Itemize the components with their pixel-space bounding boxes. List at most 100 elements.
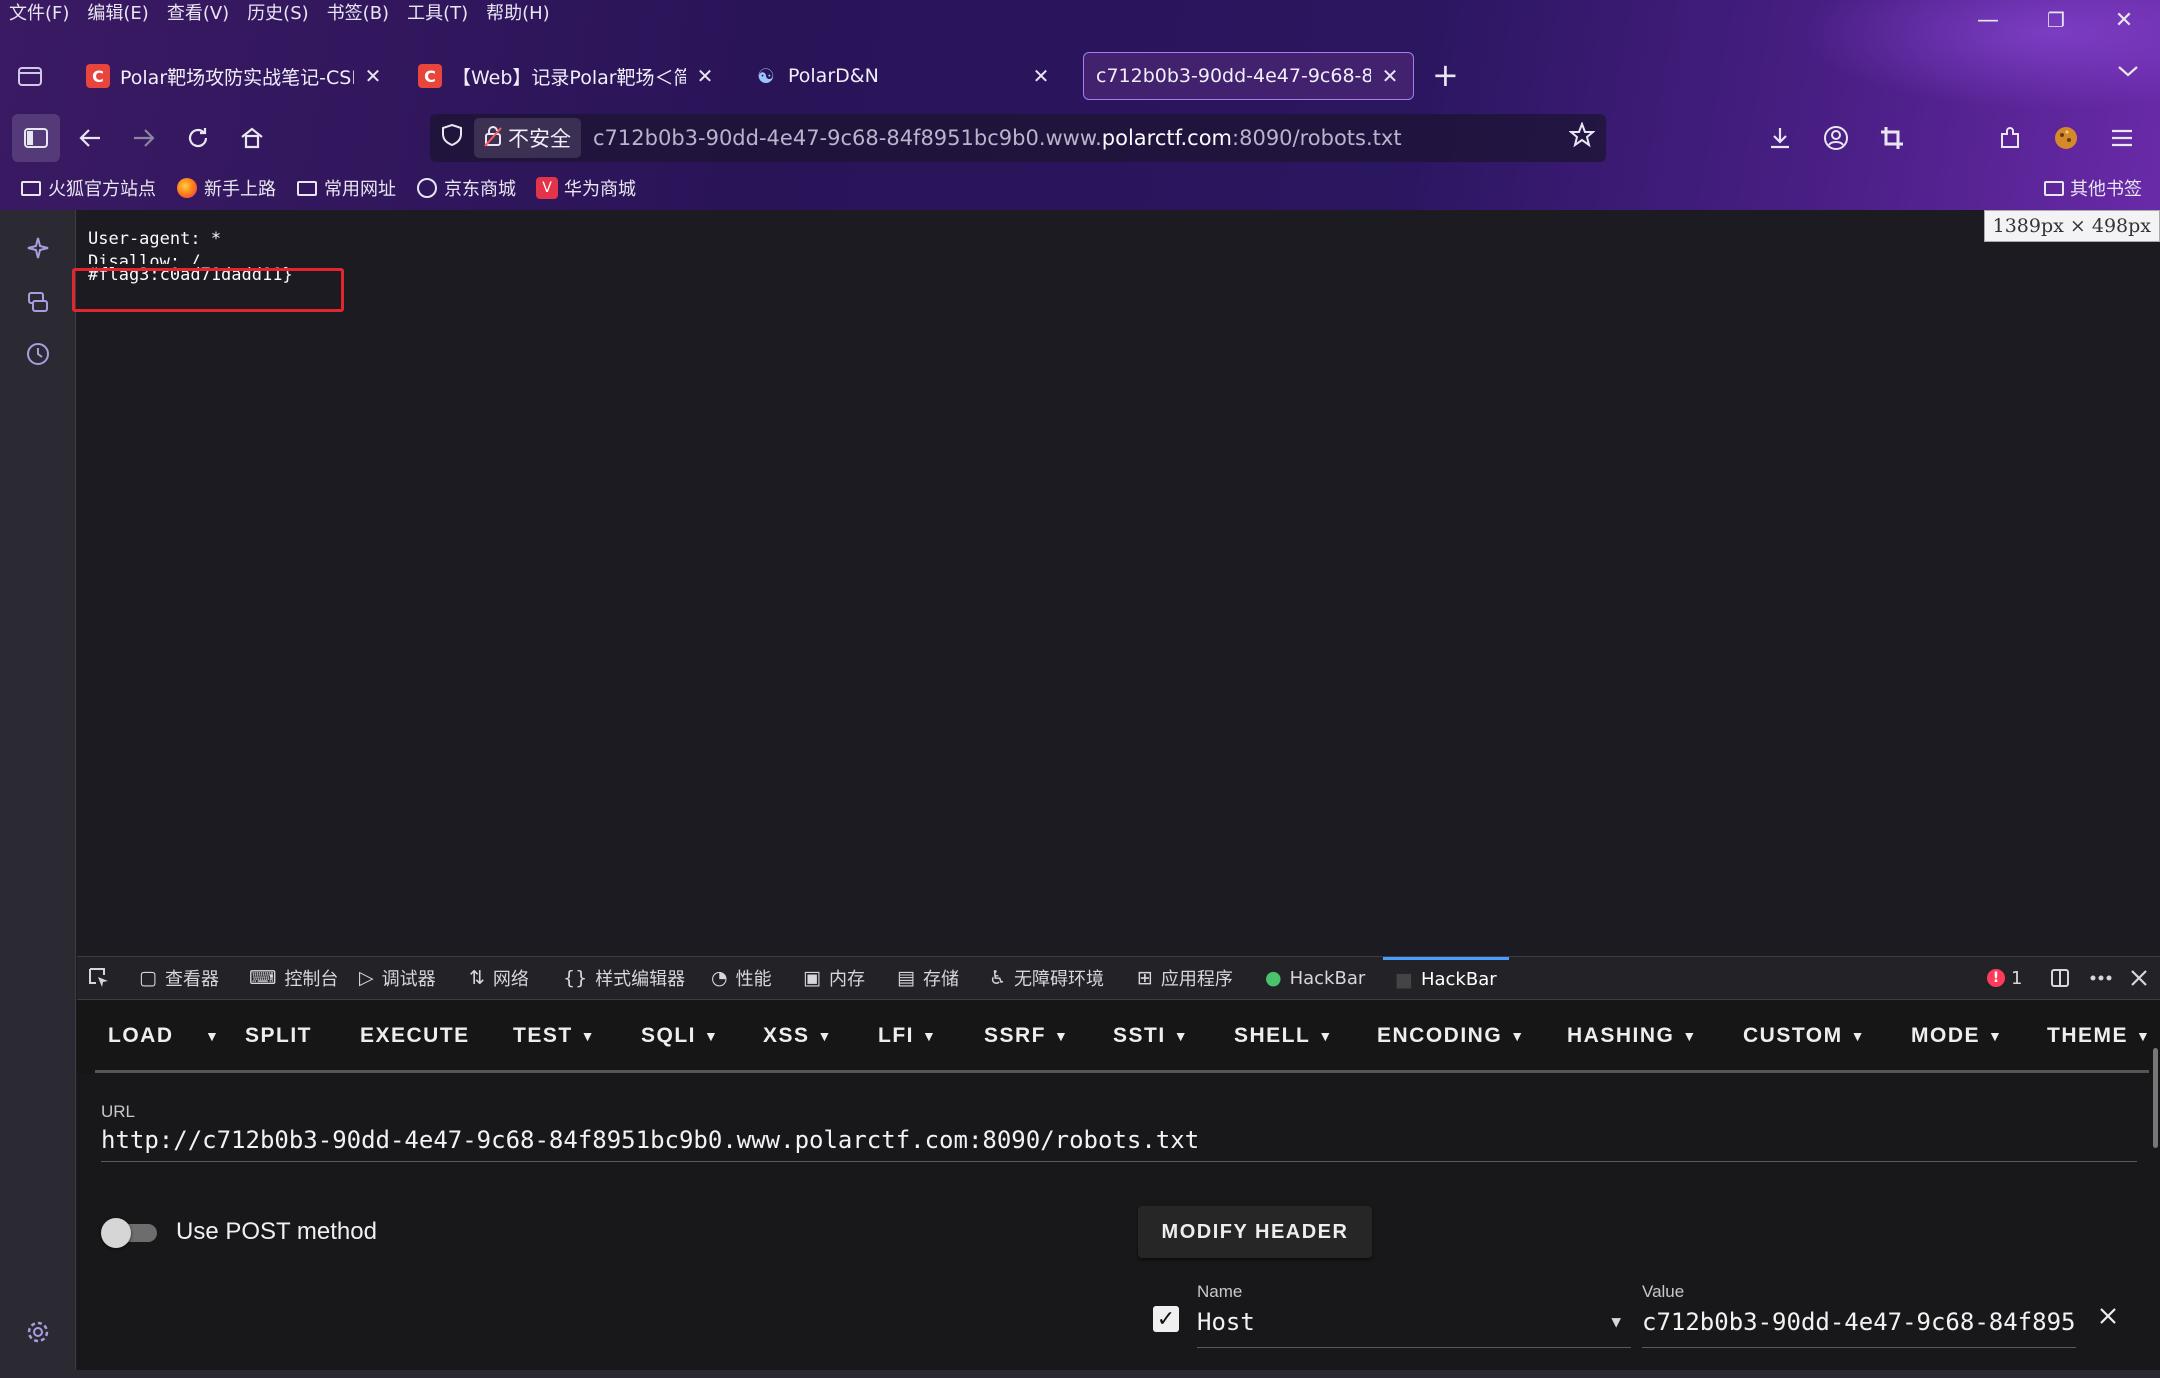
- menu-tools[interactable]: 工具(T): [398, 0, 477, 28]
- restore-button[interactable]: ❐: [2022, 0, 2090, 40]
- hackbar-lfi-menu[interactable]: LFI ▼: [878, 1016, 937, 1056]
- devtools-tab-inspector[interactable]: ▢ 查看器: [139, 957, 219, 999]
- devtools-tab-style-editor[interactable]: {} 样式编辑器: [563, 957, 685, 999]
- crop-screenshot-icon[interactable]: [1868, 114, 1916, 162]
- menu-help[interactable]: 帮助(H): [477, 0, 559, 28]
- synced-tabs-icon[interactable]: [22, 286, 54, 318]
- devtools-tab-accessibility[interactable]: ♿ 无障碍环境: [989, 957, 1104, 999]
- firefox-view-icon[interactable]: [14, 60, 46, 92]
- tab-close-icon[interactable]: ✕: [362, 64, 384, 88]
- ai-sparkle-icon[interactable]: [22, 232, 54, 264]
- bookmark-jd[interactable]: 京东商城: [416, 175, 516, 201]
- hackbar-load-button[interactable]: LOAD: [108, 1016, 174, 1056]
- devtools-tab-performance[interactable]: ◔ 性能: [711, 957, 772, 999]
- bookmark-other-folder[interactable]: 其他书签: [2044, 170, 2142, 206]
- caret-down-icon: ▼: [817, 1028, 833, 1044]
- devtools-tab-application[interactable]: ⊞ 应用程序: [1137, 957, 1233, 999]
- history-clock-icon[interactable]: [22, 338, 54, 370]
- hackbar-test-menu[interactable]: TEST ▼: [513, 1016, 596, 1056]
- dock-side-icon[interactable]: [2049, 957, 2071, 999]
- devtools-tab-debugger[interactable]: ▷ 调试器: [359, 957, 436, 999]
- chevron-down-icon[interactable]: [2116, 60, 2140, 85]
- hackbar-shell-menu[interactable]: SHELL ▼: [1234, 1016, 1334, 1056]
- tab-close-icon[interactable]: ✕: [694, 64, 716, 88]
- sidebar-toggle-icon[interactable]: [12, 114, 60, 162]
- hackbar-split-button[interactable]: SPLIT: [245, 1016, 312, 1056]
- devtools-tab-label: HackBar: [1420, 969, 1497, 990]
- devtools-tab-hackbar-1[interactable]: ● HackBar: [1265, 957, 1365, 999]
- post-method-toggle[interactable]: [101, 1216, 157, 1248]
- menu-history[interactable]: 历史(S): [238, 0, 317, 28]
- header-value-input[interactable]: c712b0b3-90dd-4e47-9c68-84f8951bc9b0.www…: [1642, 1308, 2076, 1348]
- extensions-icon[interactable]: [1986, 114, 2034, 162]
- downloads-icon[interactable]: [1756, 114, 1804, 162]
- more-options-icon[interactable]: [2089, 957, 2113, 999]
- hackbar-encoding-menu[interactable]: ENCODING ▼: [1377, 1016, 1526, 1056]
- hackbar-mode-menu[interactable]: MODE ▼: [1911, 1016, 2003, 1056]
- bookmark-star-icon[interactable]: [1558, 120, 1606, 155]
- insecure-connection-badge[interactable]: 不安全: [474, 118, 581, 158]
- back-arrow-icon[interactable]: [66, 114, 114, 162]
- header-name-input[interactable]: Host ▼: [1197, 1308, 1631, 1348]
- hackbar-hashing-menu[interactable]: HASHING ▼: [1567, 1016, 1698, 1056]
- bookmark-common-sites[interactable]: 常用网址: [296, 175, 396, 201]
- csdn-favicon-icon: C: [86, 64, 110, 88]
- forward-arrow-icon[interactable]: [120, 114, 168, 162]
- hackbar-theme-menu[interactable]: THEME ▼: [2047, 1016, 2151, 1056]
- close-devtools-icon[interactable]: [2129, 957, 2149, 999]
- tab-robots-active[interactable]: c712b0b3-90dd-4e47-9c68-84f8951 ✕: [1083, 52, 1414, 100]
- error-count-badge[interactable]: ! 1: [1987, 957, 2022, 999]
- devtools-tab-label: 内存: [828, 969, 865, 990]
- remove-header-icon[interactable]: [2097, 1304, 2119, 1334]
- hackbar-sqli-menu[interactable]: SQLI ▼: [641, 1016, 719, 1056]
- tab-close-icon[interactable]: ✕: [1030, 64, 1052, 88]
- caret-down-icon[interactable]: ▼: [1611, 1312, 1621, 1331]
- settings-gear-icon[interactable]: [22, 1316, 54, 1348]
- minimize-button[interactable]: —: [1954, 0, 2022, 40]
- hackbar-load-dropdown[interactable]: ▼: [197, 1016, 220, 1056]
- caret-down-icon: ▼: [2136, 1028, 2152, 1044]
- modify-header-button[interactable]: MODIFY HEADER: [1138, 1206, 1372, 1258]
- home-icon[interactable]: [228, 114, 276, 162]
- devtools-tab-storage[interactable]: ▤ 存储: [897, 957, 959, 999]
- url-bar[interactable]: 不安全 c712b0b3-90dd-4e47-9c68-84f8951bc9b0…: [430, 114, 1606, 162]
- menu-edit[interactable]: 编辑(E): [78, 0, 157, 28]
- header-enabled-checkbox[interactable]: ✓: [1153, 1306, 1179, 1332]
- menu-bookmarks[interactable]: 书签(B): [318, 0, 398, 28]
- hackbar-custom-menu[interactable]: CUSTOM ▼: [1743, 1016, 1866, 1056]
- new-tab-button[interactable]: +: [1432, 56, 1459, 94]
- element-picker-icon[interactable]: [87, 957, 111, 999]
- account-icon[interactable]: [1812, 114, 1860, 162]
- hackbar-menu-divider: [95, 1070, 2149, 1073]
- reload-icon[interactable]: [174, 114, 222, 162]
- hackbar-url-input[interactable]: http://c712b0b3-90dd-4e47-9c68-84f8951bc…: [101, 1126, 2137, 1162]
- hackbar-scrollbar[interactable]: [2153, 1048, 2158, 1148]
- extension-cookie-icon[interactable]: [2042, 114, 2090, 162]
- devtools-tab-memory[interactable]: ▣ 内存: [803, 957, 865, 999]
- tab-csdn-notes[interactable]: C Polar靶场攻防实战笔记-CSDN博 ✕: [74, 52, 396, 100]
- tracking-shield-icon[interactable]: [430, 123, 474, 153]
- hackbar-execute-button[interactable]: EXECUTE: [360, 1016, 470, 1056]
- url-text[interactable]: c712b0b3-90dd-4e47-9c68-84f8951bc9b0.www…: [593, 126, 1558, 150]
- devtools-tab-console[interactable]: ⌨ 控制台: [249, 957, 338, 999]
- bookmark-huawei[interactable]: V 华为商城: [536, 175, 636, 201]
- tab-csdn-web[interactable]: C 【Web】记录Polar靶场＜简单 ✕: [406, 52, 728, 100]
- url-suffix: :8090/robots.txt: [1232, 126, 1402, 150]
- menu-view[interactable]: 查看(V): [158, 0, 238, 28]
- hackbar-xss-menu[interactable]: XSS ▼: [763, 1016, 833, 1056]
- header-value-label: Value: [1642, 1282, 1685, 1301]
- hackbar-lfi-label: LFI: [878, 1024, 914, 1047]
- tab-polardn[interactable]: ☯ PolarD&N ✕: [742, 52, 1064, 100]
- bookmark-getting-started[interactable]: 新手上路: [176, 175, 276, 201]
- window-bottom-edge: [0, 1370, 2160, 1378]
- hackbar-ssrf-menu[interactable]: SSRF ▼: [984, 1016, 1069, 1056]
- devtools-tab-network[interactable]: ⇅ 网络: [469, 957, 529, 999]
- devtools-tab-label: 样式编辑器: [595, 969, 686, 990]
- devtools-tab-hackbar-2[interactable]: ■ HackBar: [1383, 957, 1509, 999]
- bookmark-firefox-official[interactable]: 火狐官方站点: [20, 175, 156, 201]
- hackbar-ssti-menu[interactable]: SSTI ▼: [1113, 1016, 1189, 1056]
- menu-file[interactable]: 文件(F): [0, 0, 78, 28]
- close-window-button[interactable]: ✕: [2090, 0, 2158, 40]
- hamburger-menu-icon[interactable]: [2098, 114, 2146, 162]
- tab-close-icon[interactable]: ✕: [1379, 64, 1401, 88]
